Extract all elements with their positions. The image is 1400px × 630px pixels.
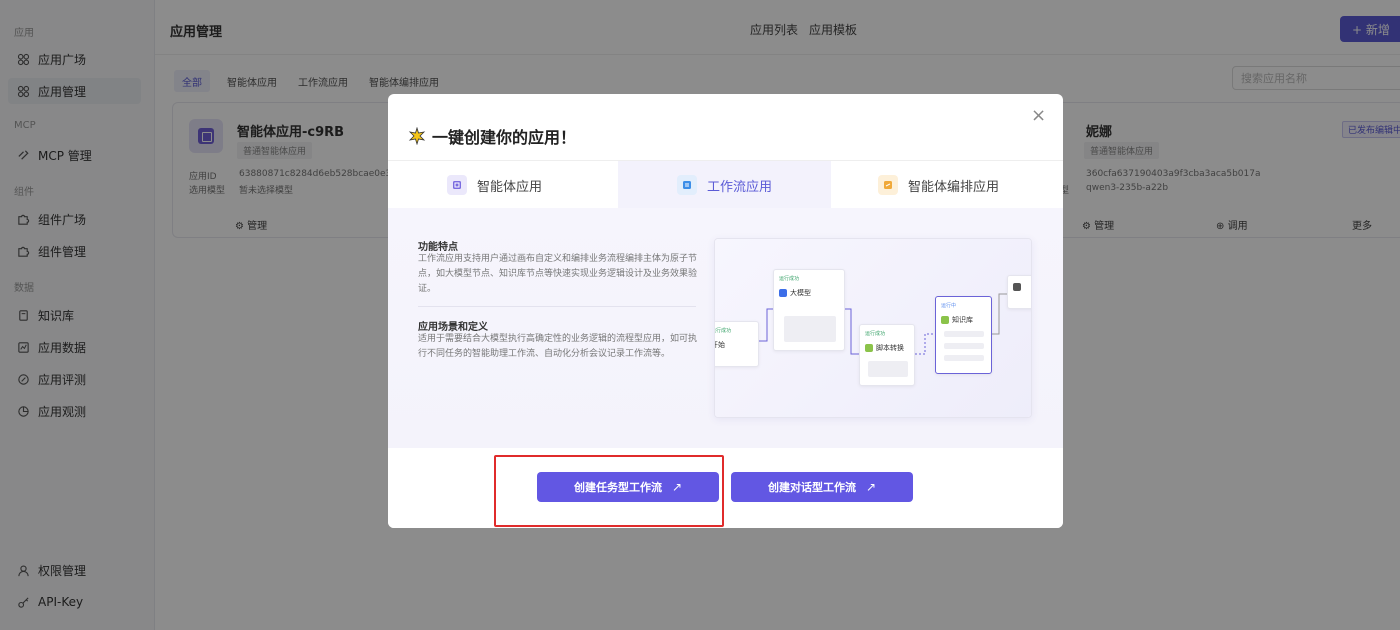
feature-title: 功能特点 xyxy=(418,242,458,253)
modal-title: 一键创建你的应用！ xyxy=(408,124,576,148)
scene-title: 应用场景和定义 xyxy=(418,322,488,333)
workflow-preview-image: 运行成功 开始 运行成功 大模型 运行成功 脚本转换 运行中 知识库 xyxy=(714,238,1032,418)
node-status: 运行成功 xyxy=(715,328,732,334)
node-llm: 运行成功 大模型 xyxy=(773,269,845,351)
modal-tabs: 智能体应用 工作流应用 智能体编排应用 xyxy=(388,160,1063,209)
feature-text: 工作流应用支持用户通过画布自定义和编排业务流程编排主体为原子节点，如大模型节点、… xyxy=(418,254,698,294)
modal-title-text: 一键创建你的应用！ xyxy=(432,128,577,147)
scene-text: 适用于需要结合大模型执行高确定性的业务逻辑的流程型应用，如可执行不同任务的智能助… xyxy=(418,334,698,359)
node-start: 运行成功 开始 xyxy=(715,321,759,367)
tab-orchestration-app[interactable]: 智能体编排应用 xyxy=(832,161,1045,209)
workflow-app-icon xyxy=(676,175,697,195)
tab-agent-app[interactable]: 智能体应用 xyxy=(388,161,601,209)
arrow-up-right-icon: ↗ xyxy=(865,480,877,494)
divider xyxy=(418,306,696,307)
highlight-box xyxy=(494,455,724,527)
node-llm-label: 大模型 xyxy=(790,289,811,297)
tab-content: 功能特点 工作流应用支持用户通过画布自定义和编排业务流程编排主体为原子节点，如大… xyxy=(388,208,1063,448)
orchestration-app-icon xyxy=(877,175,898,195)
button-label: 创建对话型工作流 xyxy=(767,481,856,494)
agent-app-icon xyxy=(446,175,467,195)
node-script-label: 脚本转换 xyxy=(876,344,904,352)
node-script: 运行成功 脚本转换 xyxy=(859,324,915,386)
create-app-modal: 一键创建你的应用！ × 智能体应用 工作流应用 智能体编排应用 功能特点 工作流… xyxy=(388,94,1063,528)
create-chat-workflow-button[interactable]: 创建对话型工作流 ↗ xyxy=(731,472,913,502)
node-kb-label: 知识库 xyxy=(952,316,973,324)
sparkle-icon xyxy=(408,126,426,146)
tab-label: 工作流应用 xyxy=(706,179,772,195)
node-status: 运行中 xyxy=(941,303,957,309)
close-icon[interactable]: × xyxy=(1031,107,1046,125)
node-status: 运行成功 xyxy=(779,276,800,282)
node-knowledge: 运行中 知识库 xyxy=(935,296,992,374)
tab-workflow-app[interactable]: 工作流应用 xyxy=(618,161,831,209)
node-end xyxy=(1007,275,1031,309)
modal-footer: 创建任务型工作流 ↗ 创建对话型工作流 ↗ xyxy=(388,448,1063,528)
node-status: 运行成功 xyxy=(865,331,886,337)
tab-label: 智能体编排应用 xyxy=(907,179,999,195)
tab-label: 智能体应用 xyxy=(476,179,542,195)
node-start-label: 开始 xyxy=(715,341,725,349)
